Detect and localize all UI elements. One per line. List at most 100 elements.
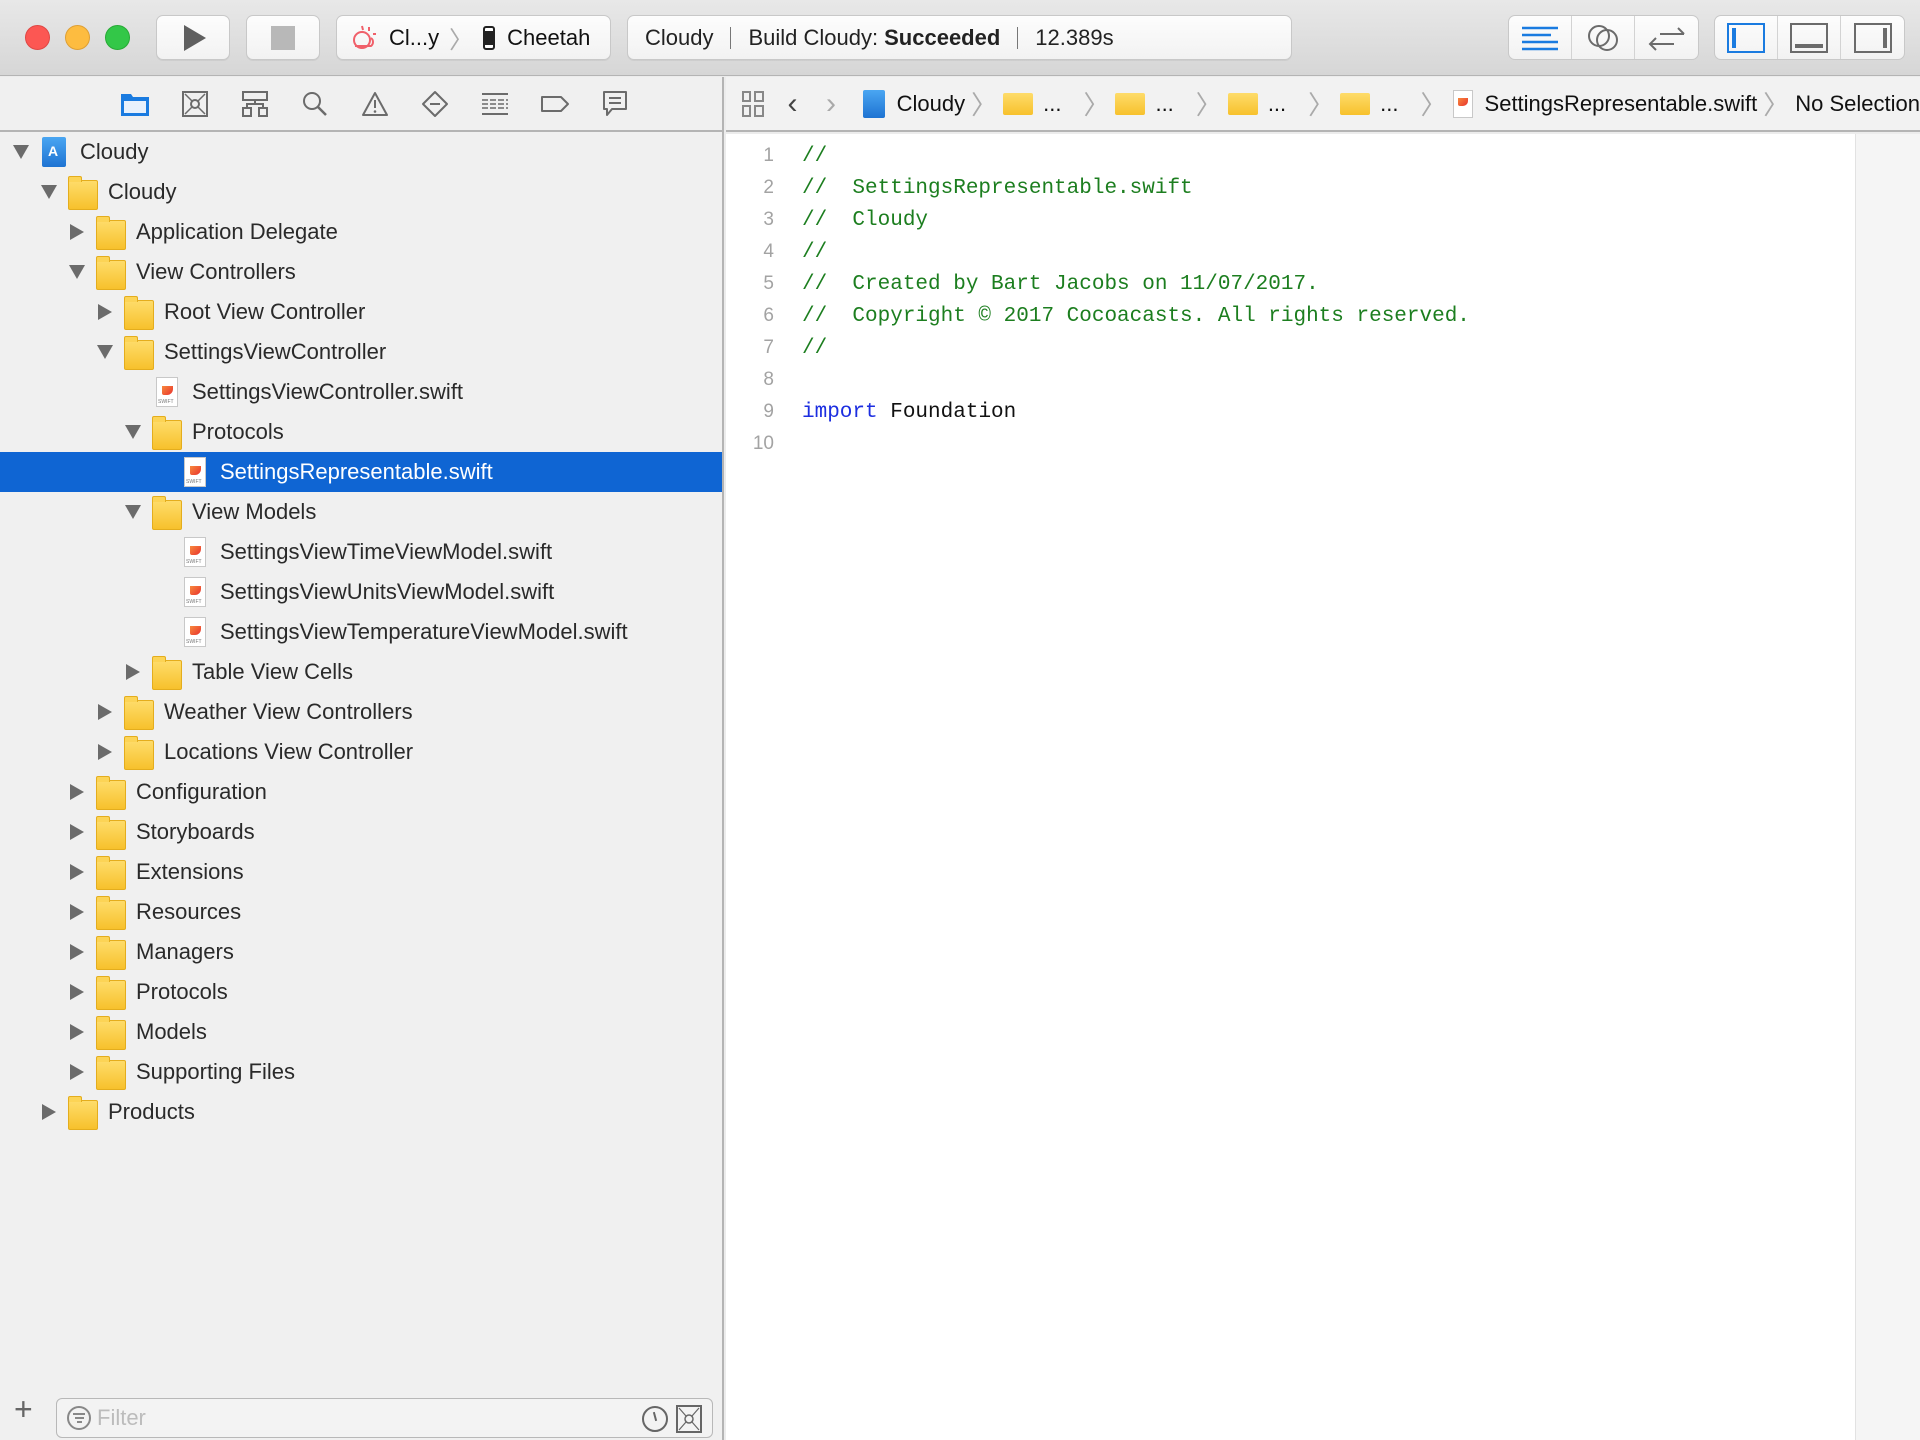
tree-row[interactable]: SettingsViewController.swift — [0, 372, 722, 412]
jump-bar-item[interactable]: ... — [1227, 91, 1302, 117]
jump-bar-item[interactable]: ... — [1340, 91, 1414, 117]
toggle-navigator-button[interactable] — [1715, 16, 1778, 59]
jump-bar-item[interactable]: ... — [1003, 91, 1077, 117]
standard-editor-button[interactable] — [1509, 16, 1572, 59]
disclosure-collapsed-icon[interactable] — [68, 903, 86, 921]
jump-bar-item[interactable]: Cloudy — [862, 89, 966, 118]
add-file-button[interactable]: + — [14, 1393, 33, 1425]
disclosure-expanded-icon[interactable] — [40, 183, 58, 201]
tree-row[interactable]: Locations View Controller — [0, 732, 722, 772]
disclosure-collapsed-icon[interactable] — [68, 1063, 86, 1081]
disclosure-collapsed-icon[interactable] — [68, 863, 86, 881]
zoom-window-button[interactable] — [105, 25, 130, 50]
tree-row[interactable]: SettingsViewTimeViewModel.swift — [0, 532, 722, 572]
disclosure-expanded-icon[interactable] — [68, 263, 86, 281]
disclosure-collapsed-icon[interactable] — [68, 783, 86, 801]
disclosure-collapsed-icon[interactable] — [68, 1023, 86, 1041]
disclosure-expanded-icon[interactable] — [124, 423, 142, 441]
tree-row-label: View Models — [192, 499, 317, 524]
source-editor[interactable]: 1 // 2 // SettingsRepresentable.swift 3 // Cl… — [726, 134, 1855, 1440]
folder-icon — [96, 896, 126, 930]
tree-row[interactable]: SettingsViewUnitsViewModel.swift — [0, 572, 722, 612]
tree-row[interactable]: Table View Cells — [0, 652, 722, 692]
stop-button[interactable] — [246, 15, 320, 60]
tab-issue-navigator[interactable] — [345, 84, 405, 124]
back-button[interactable]: ‹ — [788, 88, 805, 119]
tree-row[interactable]: View Controllers — [0, 252, 722, 292]
tree-row[interactable]: Cloudy — [0, 172, 722, 212]
tree-row-selected[interactable]: SettingsRepresentable.swift — [0, 452, 722, 492]
toggle-utilities-button[interactable] — [1841, 16, 1904, 59]
disclosure-collapsed-icon[interactable] — [96, 303, 114, 321]
disclosure-collapsed-icon[interactable] — [96, 703, 114, 721]
tree-row[interactable]: Root View Controller — [0, 292, 722, 332]
forward-button[interactable]: › — [826, 88, 843, 119]
disclosure-collapsed-icon[interactable] — [68, 943, 86, 961]
disclosure-collapsed-icon[interactable] — [124, 663, 142, 681]
report-bubble-icon — [603, 90, 627, 116]
tree-row[interactable]: SettingsViewTemperatureViewModel.swift — [0, 612, 722, 652]
tree-row[interactable]: Extensions — [0, 852, 722, 892]
jump-bar-item[interactable]: No Selection — [1795, 91, 1920, 117]
tree-row[interactable]: Application Delegate — [0, 212, 722, 252]
line-number: 4 — [763, 241, 774, 262]
tree-row[interactable]: Configuration — [0, 772, 722, 812]
disclosure-expanded-icon[interactable] — [12, 143, 30, 161]
tree-row-label: Protocols — [192, 419, 284, 444]
tree-row-label: Application Delegate — [136, 219, 338, 244]
tree-row[interactable]: Supporting Files — [0, 1052, 722, 1092]
tree-row[interactable]: Managers — [0, 932, 722, 972]
disclosure-expanded-icon[interactable] — [96, 343, 114, 361]
tree-row[interactable]: Protocols — [0, 972, 722, 1012]
debug-list-icon — [482, 92, 508, 115]
assistant-editor-button[interactable] — [1572, 16, 1635, 59]
jump-bar-item[interactable]: SettingsRepresentable.swift — [1452, 89, 1757, 118]
jump-bar-label: Cloudy — [896, 90, 966, 116]
close-window-button[interactable] — [25, 25, 50, 50]
tree-row[interactable]: Products — [0, 1092, 722, 1132]
tab-breakpoint-navigator[interactable] — [525, 84, 585, 124]
tab-symbol-navigator[interactable] — [225, 84, 285, 124]
toggle-debug-area-button[interactable] — [1778, 16, 1841, 59]
scheme-selector[interactable]: Cl...y 〉 Cheetah — [336, 15, 611, 60]
source-control-filter-icon[interactable] — [676, 1405, 702, 1433]
tree-row-label: Resources — [136, 899, 242, 924]
disclosure-collapsed-icon[interactable] — [96, 743, 114, 761]
disclosure-collapsed-icon[interactable] — [68, 823, 86, 841]
tab-test-navigator[interactable] — [405, 84, 465, 124]
tree-row[interactable]: Cloudy — [0, 132, 722, 172]
filter-input[interactable] — [97, 1405, 597, 1431]
disclosure-expanded-icon[interactable] — [124, 503, 142, 521]
tree-row[interactable]: Models — [0, 1012, 722, 1052]
tree-row[interactable]: View Models — [0, 492, 722, 532]
version-editor-button[interactable] — [1635, 16, 1698, 59]
tab-find-navigator[interactable] — [285, 84, 345, 124]
tree-row[interactable]: Resources — [0, 892, 722, 932]
tab-source-control-navigator[interactable] — [165, 84, 225, 124]
filter-field[interactable] — [56, 1398, 713, 1438]
lines-icon — [1522, 26, 1558, 50]
related-items-grid-icon[interactable] — [742, 90, 764, 117]
line-code: // — [802, 241, 827, 264]
tree-row[interactable]: Weather View Controllers — [0, 692, 722, 732]
tree-row[interactable]: SettingsViewController — [0, 332, 722, 372]
activity-status: Cloudy Build Cloudy: Succeeded 12.389s — [627, 15, 1292, 60]
folder-icon — [68, 1096, 98, 1130]
tab-report-navigator[interactable] — [585, 84, 645, 124]
disclosure-collapsed-icon[interactable] — [68, 983, 86, 1001]
jump-bar-label: No Selection — [1795, 90, 1920, 116]
device-name: Cheetah — [507, 24, 591, 50]
minimize-window-button[interactable] — [65, 25, 90, 50]
tree-row[interactable]: Storyboards — [0, 812, 722, 852]
jump-bar-item[interactable]: ... — [1115, 91, 1189, 117]
xcode-project-icon — [862, 89, 885, 118]
line-number: 2 — [763, 177, 774, 198]
tab-project-navigator[interactable] — [105, 84, 165, 124]
disclosure-collapsed-icon[interactable] — [68, 223, 86, 241]
run-button[interactable] — [156, 15, 230, 60]
tab-debug-navigator[interactable] — [465, 84, 525, 124]
recent-files-clock-icon[interactable] — [642, 1406, 668, 1432]
tree-row[interactable]: Protocols — [0, 412, 722, 452]
tree-row-label: Products — [108, 1099, 195, 1124]
disclosure-collapsed-icon[interactable] — [40, 1103, 58, 1121]
